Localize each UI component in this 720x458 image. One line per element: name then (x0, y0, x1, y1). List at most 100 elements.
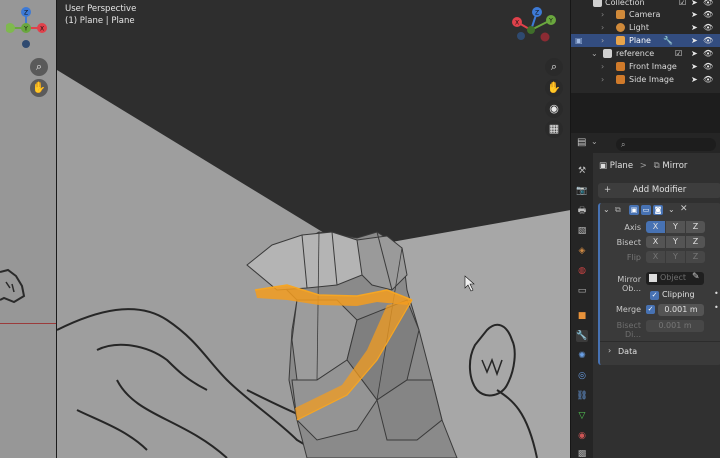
breadcrumb-modifier: Mirror (662, 161, 688, 171)
viewport-scene (57, 0, 570, 458)
outliner-row-side-image[interactable]: › Side Image ➤ 👁 (571, 73, 720, 86)
light-icon (616, 23, 625, 32)
cursor-select-icon[interactable]: ➤ (691, 47, 698, 60)
chevron-right-icon[interactable]: › (601, 34, 604, 47)
left-viewport[interactable]: Z X Y ⌕ ✋ (0, 0, 56, 458)
texture-tab-icon[interactable]: ▩ (576, 448, 588, 458)
hand-pan-icon[interactable]: ✋ (30, 79, 48, 97)
chevron-right-icon[interactable]: › (601, 8, 604, 21)
properties-editor[interactable]: ▤ ⌄ ⌕ ⚒ 📷 🖶 ▧ ◈ ◍ ▭ ■ 🔧 ✺ ◎ ⛓ ▽ ◉ ▩ ▣ Pl… (570, 133, 720, 458)
flip-x-toggle[interactable]: X (646, 251, 665, 263)
keyframe-dot-icon[interactable]: • (714, 303, 719, 312)
collection-icon (603, 49, 612, 58)
object-tab-icon[interactable]: ■ (576, 310, 588, 322)
axis-z-toggle[interactable]: Z (686, 221, 705, 233)
particles-tab-icon[interactable]: ✺ (576, 350, 588, 362)
chevron-down-icon[interactable]: ⌄ (591, 47, 598, 60)
eye-icon[interactable]: 👁 (703, 34, 713, 47)
add-modifier-button[interactable]: + Add Modifier (598, 183, 720, 198)
mesh-icon (616, 36, 625, 45)
chevron-right-icon[interactable]: › (601, 60, 604, 73)
clipping-label: Clipping (662, 290, 695, 299)
cursor-select-icon[interactable]: ➤ (691, 34, 698, 47)
eye-icon[interactable]: 👁 (703, 73, 713, 86)
mirror-object-label: Mirror Ob... (617, 275, 641, 293)
mirror-modifier-panel[interactable]: ⌄ ⧉ ▣ ▭ ◙ ⌄ ✕ Axis X Y Z Bisect X Y Z Fl… (598, 203, 720, 365)
data-tab-icon[interactable]: ▽ (576, 410, 588, 422)
scene-tab-icon[interactable]: ◈ (576, 245, 588, 257)
outliner-row-light[interactable]: › Light ➤ 👁 (571, 21, 720, 34)
bisect-y-toggle[interactable]: Y (666, 236, 685, 248)
viewport-header: User Perspective (1) Plane | Plane (65, 3, 136, 27)
eye-icon[interactable]: 👁 (703, 47, 713, 60)
main-3d-viewport[interactable]: User Perspective (1) Plane | Plane Z Y X… (56, 0, 570, 458)
bisect-z-toggle[interactable]: Z (686, 236, 705, 248)
eye-icon[interactable]: 👁 (703, 8, 713, 21)
eye-icon[interactable]: 👁 (703, 60, 713, 73)
clipping-checkbox[interactable]: ✓ (650, 291, 659, 300)
close-icon[interactable]: ✕ (680, 204, 688, 214)
outliner-label: Front Image (629, 62, 677, 71)
editor-type-icon[interactable]: ▤ (577, 137, 586, 148)
bisect-distance-field[interactable]: 0.001 m (646, 320, 704, 332)
render-tab-icon[interactable]: 📷 (576, 185, 588, 197)
axis-label: Axis (624, 223, 641, 232)
checkbox-icon[interactable]: ☑ (675, 47, 682, 60)
cursor-select-icon[interactable]: ➤ (691, 60, 698, 73)
output-tab-icon[interactable]: 🖶 (576, 205, 588, 217)
zoom-icon[interactable]: ⌕ (30, 58, 48, 76)
add-modifier-label: Add Modifier (632, 185, 687, 195)
axis-y-toggle[interactable]: Y (666, 221, 685, 233)
bisect-x-toggle[interactable]: X (646, 236, 665, 248)
zoom-icon[interactable]: ⌕ (545, 58, 563, 76)
modifier-tab-icon[interactable]: 🔧 (576, 330, 588, 342)
merge-distance-field[interactable]: 0.001 m (658, 304, 704, 316)
render-toggle-icon[interactable]: ◙ (653, 205, 663, 215)
cursor-select-icon[interactable]: ➤ (691, 73, 698, 86)
chevron-down-icon[interactable]: ⌄ (591, 137, 598, 146)
chevron-right-icon[interactable]: › (608, 346, 611, 355)
data-subpanel-label[interactable]: Data (618, 347, 637, 356)
panel-separator (570, 93, 720, 133)
outliner-row-reference[interactable]: ⌄ reference ☑ ➤ 👁 (571, 47, 720, 60)
outliner-row-camera[interactable]: › Camera ➤ 👁 (571, 8, 720, 21)
outliner-row-plane[interactable]: ▣ › Plane 🔧 ➤ 👁 (571, 34, 720, 47)
chevron-right-icon[interactable]: › (601, 73, 604, 86)
constraints-tab-icon[interactable]: ⛓ (576, 390, 588, 402)
gizmo-x-label: X (40, 26, 44, 33)
axis-x-toggle[interactable]: X (646, 221, 665, 233)
flip-y-toggle[interactable]: Y (666, 251, 685, 263)
hand-pan-icon[interactable]: ✋ (545, 79, 563, 97)
view-layer-tab-icon[interactable]: ▧ (576, 225, 588, 237)
wrench-icon[interactable]: 🔧 (663, 34, 673, 47)
camera-view-icon[interactable]: ◉ (545, 100, 563, 118)
eye-icon[interactable]: 👁 (703, 21, 713, 34)
navigation-gizmo[interactable]: Z Y X (507, 6, 569, 68)
grid-perspective-icon[interactable]: ▦ (545, 120, 563, 138)
viewport-toggle-icon[interactable]: ▭ (641, 205, 651, 215)
merge-checkbox[interactable]: ✓ (646, 305, 655, 314)
keyframe-dot-icon[interactable]: • (714, 289, 719, 298)
edit-mode-toggle-icon[interactable]: ▣ (629, 205, 639, 215)
dropdown-icon[interactable]: ⌄ (668, 205, 675, 214)
properties-search-input[interactable]: ⌕ (616, 138, 716, 151)
tool-tab-icon[interactable]: ⚒ (576, 165, 588, 177)
chevron-down-icon[interactable]: ⌄ (603, 205, 610, 214)
outliner-panel[interactable]: Collection ☑ ➤ 👁 › Camera ➤ 👁 › Light ➤ … (570, 0, 720, 93)
eyedropper-icon[interactable]: ✎ (692, 272, 700, 282)
navigation-gizmo-small[interactable]: Z X Y (6, 4, 50, 48)
physics-tab-icon[interactable]: ◎ (576, 370, 588, 382)
outliner-label: Light (629, 23, 649, 32)
cursor-select-icon[interactable]: ➤ (691, 8, 698, 21)
world-tab-icon[interactable]: ◍ (576, 265, 588, 277)
mirror-object-field[interactable]: Object ✎ (646, 272, 704, 285)
outliner-row-front-image[interactable]: › Front Image ➤ 👁 (571, 60, 720, 73)
material-tab-icon[interactable]: ◉ (576, 430, 588, 442)
chevron-right-icon[interactable]: › (601, 21, 604, 34)
flip-z-toggle[interactable]: Z (686, 251, 705, 263)
properties-header: ▤ ⌄ ⌕ (571, 133, 720, 153)
cursor-select-icon[interactable]: ➤ (691, 21, 698, 34)
collection-tab-icon[interactable]: ▭ (576, 285, 588, 297)
gizmo-main-y-label: Y (548, 18, 553, 25)
edit-mode-icon[interactable]: ▣ (575, 34, 583, 47)
